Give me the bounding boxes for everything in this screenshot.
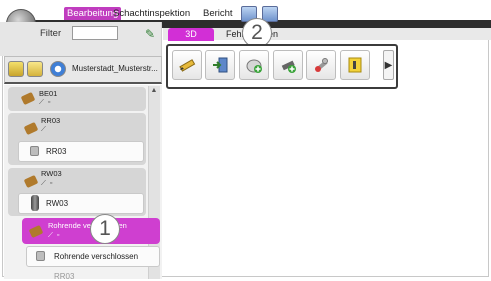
project-icon[interactable]	[8, 61, 24, 77]
pencil-edit-button[interactable]	[172, 50, 202, 80]
pipe-add-button[interactable]	[273, 50, 303, 80]
filter-brush-icon[interactable]: ✎	[142, 26, 158, 42]
filter-label: Filter	[40, 28, 62, 39]
move-inside-button[interactable]	[205, 50, 235, 80]
move-inside-icon	[213, 57, 228, 73]
document-icon	[30, 146, 39, 156]
more-tools-button[interactable]: ▶	[383, 50, 394, 80]
connector-button[interactable]	[306, 50, 336, 80]
manhole-add-button[interactable]	[239, 50, 269, 80]
manhole-add-icon	[246, 59, 262, 73]
refresh-icon[interactable]	[50, 61, 66, 77]
pencil-edit-icon	[179, 59, 196, 72]
status-icons: ⟋	[41, 126, 47, 133]
info-book-button[interactable]	[340, 50, 370, 80]
menu-tab-bericht[interactable]: Bericht	[200, 7, 236, 20]
info-book-icon	[348, 57, 362, 73]
menu-tab-schachtinspektion[interactable]: Schachtinspektion	[110, 7, 193, 20]
list-item-label: RW03	[46, 199, 69, 208]
filter-input[interactable]	[72, 26, 118, 40]
project-name: Musterstadt_Musterstr...	[72, 64, 158, 73]
scroll-up-icon[interactable]: ▲	[148, 86, 160, 96]
list-item-label: Rohrende verschlossen	[54, 252, 139, 261]
tab-3d[interactable]: 3D	[168, 28, 214, 41]
list-item-label: RR03	[46, 147, 67, 156]
tree-node-label: RR03	[41, 116, 61, 125]
pipe-add-icon	[281, 60, 296, 73]
status-icons: ⟋ ▫	[48, 232, 61, 239]
tree-node-label: BE01	[39, 89, 58, 98]
folder-search-icon[interactable]	[27, 61, 43, 77]
callout-badge: 1	[90, 214, 120, 244]
connector-icon	[315, 58, 328, 72]
list-item-label-partial: RR03	[54, 272, 75, 281]
status-icons: ⟋ ▫	[41, 180, 54, 187]
tree-node-label: RW03	[41, 169, 62, 178]
status-icons: ⟋ ▫	[39, 99, 52, 106]
document-icon	[36, 251, 45, 261]
manhole-shaft-icon	[31, 195, 39, 211]
